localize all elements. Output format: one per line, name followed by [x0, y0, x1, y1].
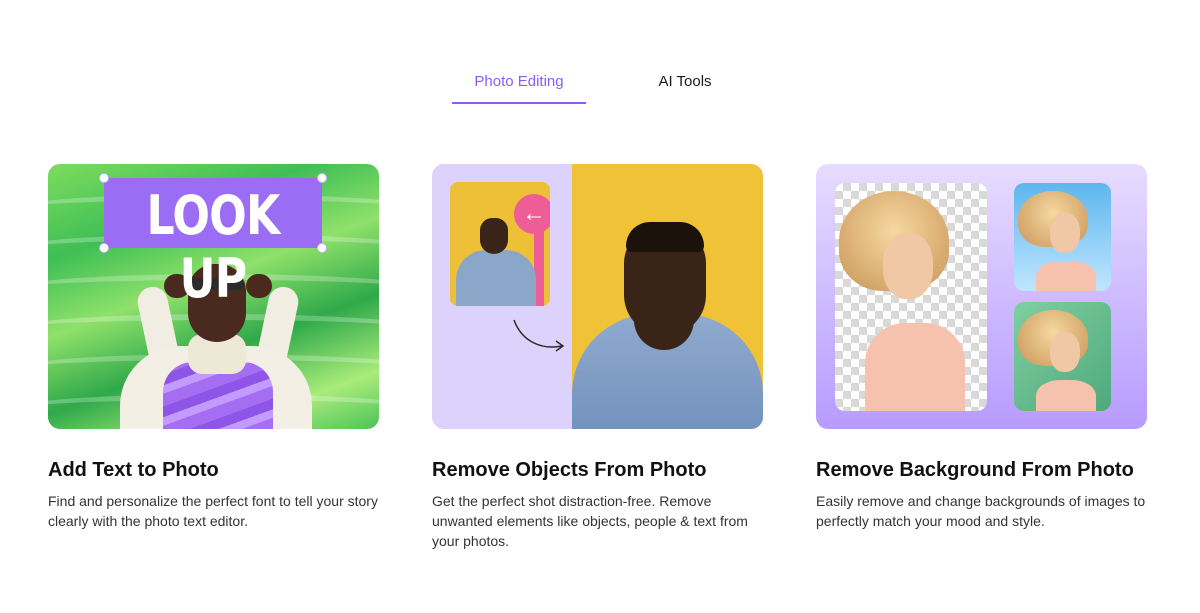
tab-ai-tools[interactable]: AI Tools	[620, 62, 750, 104]
card-description: Get the perfect shot distraction-free. R…	[432, 493, 748, 549]
card-description: Find and personalize the perfect font to…	[48, 493, 378, 529]
card-description: Easily remove and change backgrounds of …	[816, 493, 1146, 529]
feature-card-remove-objects[interactable]: ← Remove Objects From Photo Get the perf…	[432, 164, 763, 551]
curved-arrow-icon	[513, 319, 565, 352]
card-title: Remove Objects From Photo	[432, 459, 707, 481]
text-overlay: LOOK UP	[146, 184, 281, 310]
add-text-illustration: LOOK UP	[48, 164, 379, 429]
resize-handle	[99, 173, 109, 183]
feature-card-remove-background[interactable]: Remove Background From Photo Easily remo…	[816, 164, 1147, 531]
resize-handle	[317, 173, 327, 183]
card-title: Add Text to Photo	[48, 459, 219, 481]
active-tab-indicator	[452, 102, 586, 104]
remove-objects-illustration: ←	[432, 164, 763, 429]
transparent-background-photo	[835, 183, 987, 411]
card-title: Remove Background From Photo	[816, 459, 1134, 481]
tab-photo-editing[interactable]: Photo Editing	[452, 62, 586, 104]
feature-tabs: Photo Editing AI Tools	[0, 62, 1200, 106]
feature-card-add-text[interactable]: LOOK UP Add Text to Photo Find and perso…	[48, 164, 379, 531]
sky-background-photo	[1014, 183, 1111, 291]
resize-handle	[317, 243, 327, 253]
remove-background-illustration	[816, 164, 1147, 429]
after-photo	[572, 164, 763, 429]
before-photo-thumbnail: ←	[450, 182, 550, 306]
arrow-sign-icon: ←	[514, 194, 550, 234]
text-overlay-box: LOOK UP	[104, 178, 322, 310]
green-background-photo	[1014, 302, 1111, 411]
resize-handle	[99, 243, 109, 253]
